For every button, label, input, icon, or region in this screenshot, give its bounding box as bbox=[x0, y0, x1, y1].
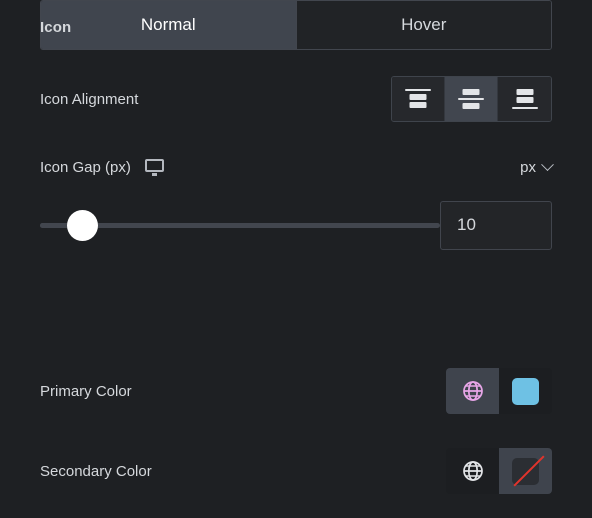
secondary-color-control bbox=[446, 448, 552, 494]
globe-icon bbox=[462, 381, 483, 401]
unit-select[interactable]: px bbox=[520, 157, 554, 176]
secondary-global-color-button[interactable] bbox=[446, 448, 499, 494]
primary-global-color-button[interactable] bbox=[446, 368, 499, 414]
secondary-color-swatch-button[interactable] bbox=[499, 448, 552, 494]
icon-gap-slider[interactable] bbox=[40, 200, 440, 250]
chevron-down-icon bbox=[541, 157, 554, 171]
slider-thumb[interactable] bbox=[66, 210, 98, 241]
state-tabs-row: Normal Hover bbox=[40, 0, 552, 50]
unit-value: px bbox=[520, 158, 536, 176]
secondary-color-row: Secondary Color bbox=[40, 448, 552, 494]
icon-alignment-row: Icon Alignment bbox=[40, 76, 552, 122]
align-bottom-button[interactable] bbox=[498, 77, 551, 121]
align-top-icon bbox=[405, 88, 431, 110]
tab-hover-label: Hover bbox=[401, 15, 447, 34]
icon-gap-label-group: Icon Gap (px) bbox=[40, 158, 164, 176]
secondary-color-swatch-empty bbox=[512, 455, 545, 487]
globe-icon bbox=[462, 461, 483, 481]
icon-gap-slider-row bbox=[40, 200, 552, 250]
align-middle-icon bbox=[458, 88, 484, 110]
align-middle-button[interactable] bbox=[445, 77, 498, 121]
primary-color-row: Primary Color bbox=[40, 368, 552, 414]
icon-alignment-choices bbox=[391, 76, 552, 122]
state-tabs: Normal Hover bbox=[40, 0, 552, 50]
icon-settings-panel: Icon Icon Alignment Icon Gap (px) px 10 … bbox=[0, 0, 592, 518]
primary-color-swatch-button[interactable] bbox=[499, 368, 552, 414]
icon-gap-input[interactable] bbox=[440, 200, 552, 250]
align-bottom-icon bbox=[511, 88, 538, 110]
secondary-color-label: Secondary Color bbox=[40, 462, 152, 480]
icon-gap-label: Icon Gap (px) bbox=[40, 158, 131, 176]
primary-color-swatch bbox=[512, 377, 539, 405]
primary-color-control bbox=[446, 368, 552, 414]
section-title: Icon bbox=[40, 19, 72, 36]
tab-normal[interactable]: Normal bbox=[41, 1, 297, 49]
align-top-button[interactable] bbox=[392, 77, 445, 121]
no-color-slash-icon bbox=[513, 455, 545, 487]
slider-track[interactable] bbox=[40, 223, 440, 228]
desktop-monitor-icon[interactable] bbox=[144, 158, 164, 176]
icon-alignment-label: Icon Alignment bbox=[40, 90, 139, 108]
tab-normal-label: Normal bbox=[140, 15, 196, 34]
icon-gap-row: Icon Gap (px) px bbox=[40, 148, 554, 186]
tab-hover[interactable]: Hover bbox=[296, 1, 551, 49]
primary-color-label: Primary Color bbox=[40, 382, 132, 400]
